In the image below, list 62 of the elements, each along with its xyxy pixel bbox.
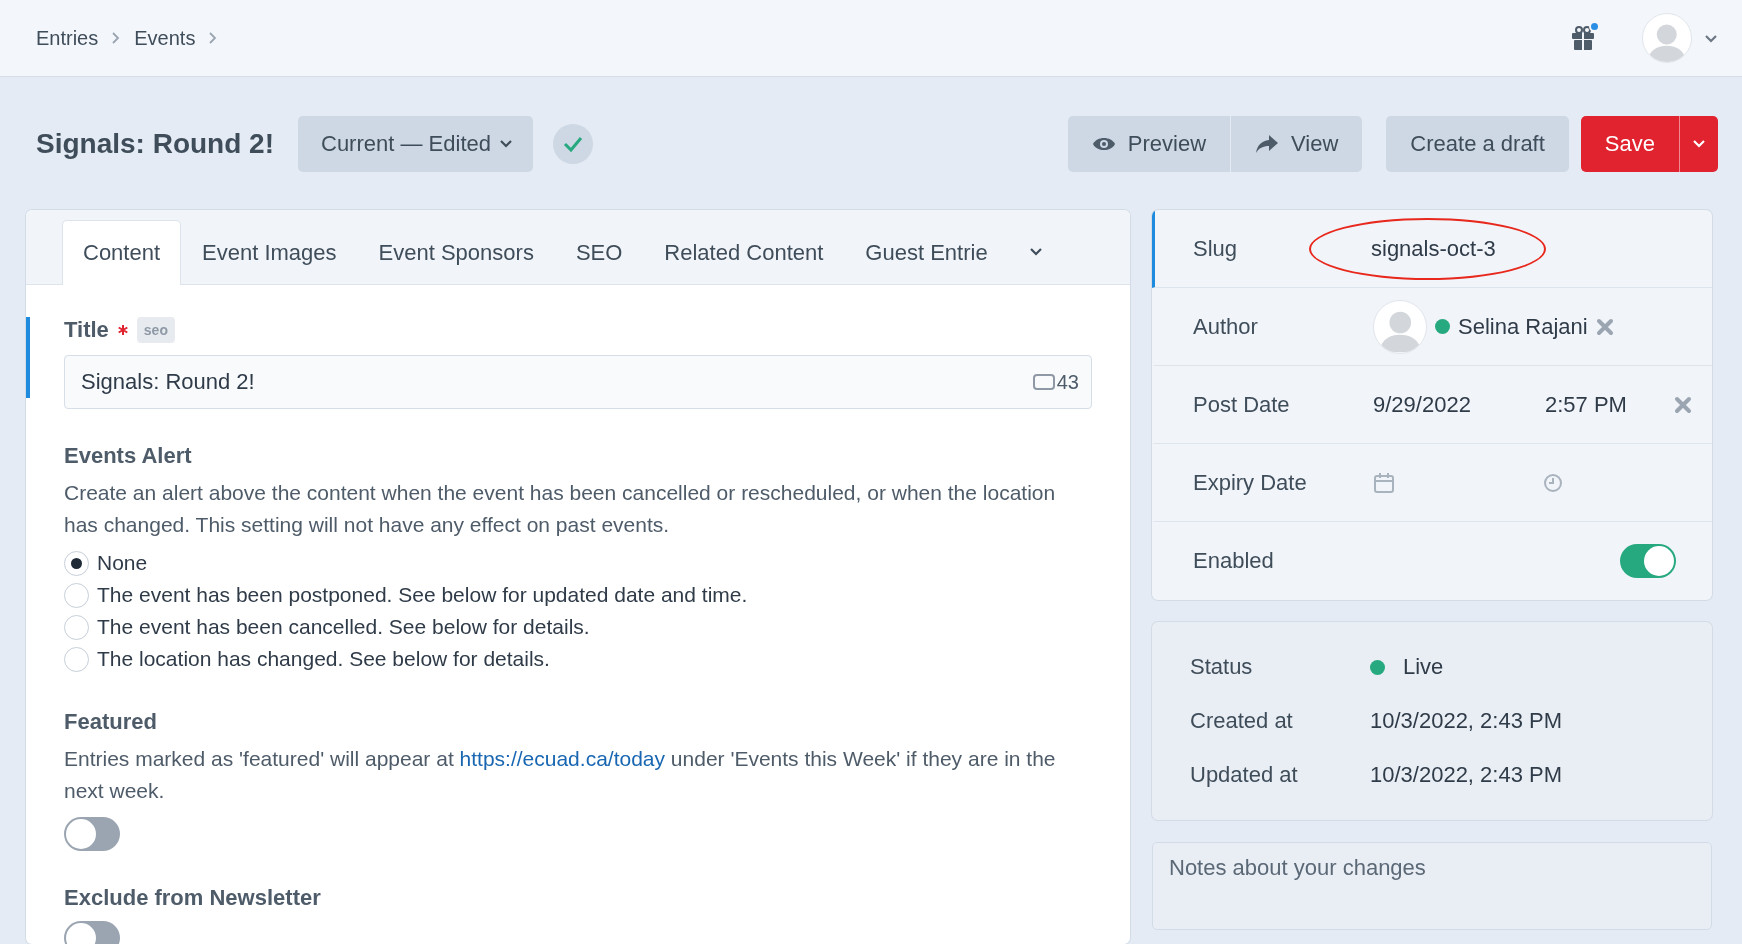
meta-label: Slug: [1193, 235, 1239, 262]
create-draft-button[interactable]: Create a draft: [1386, 115, 1569, 172]
field-label: Featured: [64, 709, 157, 735]
eye-icon: [1091, 135, 1116, 152]
link[interactable]: https://ecuad.ca/today: [459, 747, 665, 770]
caret-icon: [1692, 139, 1706, 148]
caret-icon: [498, 139, 513, 148]
breadcrumb-link[interactable]: Entries: [36, 26, 99, 50]
status-value: Live: [1403, 654, 1444, 680]
view-button[interactable]: View: [1230, 115, 1363, 172]
entry-title: Signals: Round 2!: [36, 127, 274, 160]
save-button[interactable]: Save: [1580, 115, 1679, 172]
radio-label[interactable]: The event has been postponed. See below for updated date and time.: [97, 583, 748, 607]
caret-icon: [1028, 247, 1043, 256]
date-value[interactable]: 9/29/2022: [1373, 391, 1545, 418]
author-name: Selina Rajani: [1458, 313, 1588, 340]
tab[interactable]: Related Content: [643, 220, 845, 285]
meta-label: Author: [1193, 313, 1259, 340]
field-instructions: Create an alert above the content when the event has been cancelled or rescheduled, or when the location has changed. This setting will not have any effect on past events.: [64, 480, 1057, 538]
title-input[interactable]: Signals: Round 2! 43: [64, 355, 1092, 409]
radio-button[interactable]: [64, 550, 89, 576]
radio-button[interactable]: [64, 614, 89, 640]
status-value: 10/3/2022, 2:43 PM: [1370, 708, 1563, 734]
slug-value[interactable]: signals-oct-3: [1371, 235, 1496, 261]
field-label: Events Alert: [64, 443, 192, 469]
meta-label: Expiry Date: [1193, 469, 1308, 496]
field-instructions: Entries marked as 'featured' will appear at https://ecuad.ca/today under 'Events this Week' if they are in the next week.: [64, 746, 1057, 804]
radio-label[interactable]: The location has changed. See below for details.: [97, 647, 550, 671]
field-label: Title: [64, 317, 109, 343]
tab[interactable]: Content: [62, 220, 182, 285]
remove-icon[interactable]: [1595, 317, 1614, 336]
calendar-icon[interactable]: [1373, 471, 1395, 494]
status-value: 10/3/2022, 2:43 PM: [1370, 762, 1563, 788]
seo-tag: seo: [136, 317, 175, 343]
revision-dropdown[interactable]: Current — Edited: [298, 115, 533, 172]
remove-icon[interactable]: [1674, 395, 1692, 414]
meta-label: Post Date: [1193, 391, 1291, 418]
character-count: 43: [1032, 370, 1079, 394]
tab[interactable]: SEO: [554, 220, 644, 285]
toggle-switch[interactable]: [64, 817, 120, 851]
meta-label: Updated at: [1190, 762, 1299, 788]
breadcrumb-link[interactable]: Events: [134, 26, 196, 50]
time-value[interactable]: 2:57 PM: [1545, 391, 1627, 418]
tab[interactable]: Event Sponsors: [357, 220, 555, 285]
clock-icon[interactable]: [1543, 472, 1563, 493]
caret-icon: [1704, 33, 1718, 43]
field-label: Exclude from Newsletter: [64, 885, 321, 911]
radio-button[interactable]: [64, 582, 89, 608]
radio-button[interactable]: [64, 646, 89, 672]
user-avatar[interactable]: [1642, 13, 1692, 63]
preview-button[interactable]: Preview: [1067, 115, 1231, 172]
notes-field[interactable]: Notes about your changes: [1152, 842, 1712, 930]
tab[interactable]: Guest Entrie: [844, 220, 1009, 285]
radio-label[interactable]: None: [97, 551, 148, 575]
save-menu-button[interactable]: [1679, 115, 1718, 172]
radio-label[interactable]: The event has been cancelled. See below for details.: [97, 615, 590, 639]
meta-label: Created at: [1190, 708, 1294, 734]
share-arrow-icon: [1255, 133, 1280, 154]
toggle-switch[interactable]: [1620, 544, 1676, 578]
meta-label: Status: [1190, 654, 1254, 680]
tab[interactable]: Event Images: [181, 220, 358, 285]
meta-label: Enabled: [1193, 548, 1275, 574]
